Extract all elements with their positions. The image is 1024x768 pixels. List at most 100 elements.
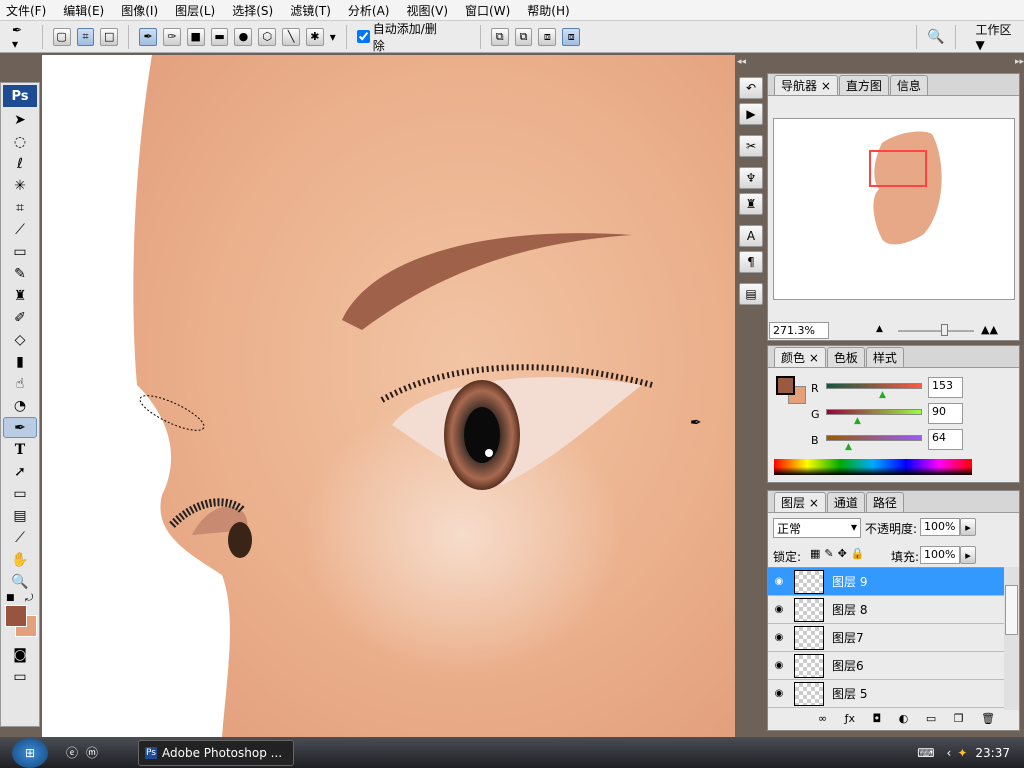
custom-shape-button[interactable]: ✱ (305, 27, 324, 46)
tab-paths[interactable]: 路径 (865, 492, 904, 512)
zoom-in-icon[interactable]: ▲▲ (981, 323, 998, 336)
screen-mode-icon[interactable]: ▭ (3, 666, 37, 687)
eye-icon[interactable]: ◉ (768, 576, 790, 587)
swap-colors-icon[interactable]: ⤾ (25, 593, 33, 604)
layers-footer-buttons[interactable]: ∞ ƒx ◘ ◐ ▭ ❐ 🗑 (818, 712, 995, 725)
tab-info[interactable]: 信息 (889, 75, 928, 95)
zoom-slider[interactable] (898, 330, 974, 332)
path-exclude-button[interactable]: ⧈ (562, 27, 581, 46)
character-panel-icon[interactable]: A (739, 225, 763, 247)
layer-row[interactable]: ◉ 图层6 (768, 652, 1004, 680)
zoom-field[interactable]: 271.3% (769, 322, 829, 339)
g-slider[interactable] (826, 409, 922, 415)
color-spectrum-bar[interactable] (774, 459, 972, 475)
tab-color[interactable]: 颜色 × (774, 347, 826, 367)
lasso-tool-icon[interactable]: ℓ (3, 153, 37, 174)
crop-tool-icon[interactable]: ⌗ (3, 197, 37, 218)
menu-analysis[interactable]: 分析(A) (348, 2, 390, 19)
polygon-button[interactable]: ⬡ (258, 27, 277, 46)
pen-tool-button[interactable]: ✒ (139, 27, 157, 46)
tab-channels[interactable]: 通道 (826, 492, 865, 512)
r-slider[interactable] (826, 383, 922, 389)
clone-source-icon[interactable]: ♜ (739, 193, 763, 215)
auto-add-delete-checkbox[interactable]: 自动添加/删除 (356, 20, 448, 54)
quick-mask-icon[interactable]: ◙ (3, 644, 37, 665)
menu-edit[interactable]: 编辑(E) (63, 2, 104, 19)
line-button[interactable]: ╲ (282, 27, 300, 46)
menu-layer[interactable]: 图层(L) (175, 2, 215, 19)
type-tool-icon[interactable]: T (3, 439, 37, 460)
start-button[interactable]: ⊞ (12, 737, 48, 768)
lock-icons[interactable]: ▦✎✥🔒 (810, 547, 869, 560)
menu-help[interactable]: 帮助(H) (527, 2, 569, 19)
fill-arrow-button[interactable]: ▸ (960, 546, 976, 564)
healing-brush-icon[interactable]: ▭ (3, 241, 37, 262)
menu-select[interactable]: 选择(S) (232, 2, 273, 19)
shape-layers-button[interactable]: ▢ (52, 27, 71, 46)
tab-styles[interactable]: 样式 (865, 347, 904, 367)
brush-tool-icon[interactable]: ✎ (3, 263, 37, 284)
path-intersect-button[interactable]: ⧈ (538, 27, 557, 46)
eye-icon[interactable]: ◉ (768, 632, 790, 643)
clock[interactable]: 23:37 (975, 746, 1010, 760)
r-slider-thumb[interactable]: ▲ (879, 390, 886, 400)
tab-swatches[interactable]: 色板 (826, 347, 865, 367)
actions-panel-icon[interactable]: ▶ (739, 103, 763, 125)
brushes-panel-icon[interactable]: ♆ (739, 167, 763, 189)
ellipse-button[interactable]: ● (234, 27, 253, 46)
history-panel-icon[interactable]: ↶ (739, 77, 763, 99)
default-colors-icon[interactable]: ■ (6, 593, 15, 603)
tray-expand-icon[interactable]: ‹ (947, 746, 952, 760)
tool-presets-icon[interactable]: ✂ (739, 135, 763, 157)
path-add-button[interactable]: ⧉ (490, 27, 509, 46)
b-value-field[interactable]: 64 (928, 429, 963, 450)
fill-field[interactable]: 100% (920, 546, 960, 564)
layer-row[interactable]: ◉ 图层 8 (768, 596, 1004, 624)
layer-row[interactable]: ◉ 图层 9 (768, 568, 1004, 596)
stamp-tool-icon[interactable]: ♜ (3, 285, 37, 306)
b-slider-thumb[interactable]: ▲ (845, 442, 852, 452)
blur-tool-icon[interactable]: ☝ (3, 373, 37, 394)
menu-image[interactable]: 图像(I) (121, 2, 158, 19)
taskbar-photoshop-button[interactable]: Ps Adobe Photoshop ... (138, 739, 295, 766)
tab-histogram[interactable]: 直方图 (838, 75, 889, 95)
workspace-button[interactable]: 工作区 ▼ (976, 21, 1024, 52)
tab-navigator[interactable]: 导航器 × (774, 75, 838, 95)
document-canvas[interactable]: ✒ (42, 55, 735, 737)
collapse-dock-icon[interactable]: ◂◂ (737, 57, 746, 67)
eyedropper-icon[interactable]: ⟋ (3, 527, 37, 548)
foreground-swatch[interactable] (776, 376, 795, 395)
history-brush-icon[interactable]: ✐ (3, 307, 37, 328)
navigator-preview[interactable] (773, 118, 1015, 300)
marquee-tool-icon[interactable]: ◌ (3, 131, 37, 152)
eye-icon[interactable]: ◉ (768, 660, 790, 671)
move-tool-icon[interactable]: ➤ (3, 109, 37, 130)
pen-tool-icon[interactable]: ✒ (3, 417, 37, 438)
eye-icon[interactable]: ◉ (768, 604, 790, 615)
layer-row[interactable]: ◉ 图层7 (768, 624, 1004, 652)
layer-comps-icon[interactable]: ▤ (739, 283, 763, 305)
foreground-color-swatch[interactable] (5, 605, 27, 627)
path-subtract-button[interactable]: ⧉ (514, 27, 533, 46)
bridge-icon[interactable]: 🔍 (927, 29, 944, 45)
chevron-down-icon[interactable]: ▾ (330, 30, 336, 44)
expand-dock-icon[interactable]: ▸▸ (1015, 57, 1024, 67)
quicklaunch-icon[interactable]: ⓜ (86, 744, 98, 761)
menu-view[interactable]: 视图(V) (406, 2, 448, 19)
ie-icon[interactable]: ⓔ (66, 744, 78, 761)
b-slider[interactable] (826, 435, 922, 441)
eraser-tool-icon[interactable]: ◇ (3, 329, 37, 350)
zoom-out-icon[interactable]: ▲ (876, 324, 883, 334)
checkbox[interactable] (356, 30, 370, 43)
scrollbar-thumb[interactable] (1005, 585, 1018, 635)
g-value-field[interactable]: 90 (928, 403, 963, 424)
pen-preset-icon[interactable]: ✒ ▾ (12, 23, 32, 51)
freeform-pen-button[interactable]: ✑ (162, 27, 181, 46)
zoom-slider-thumb[interactable] (941, 324, 948, 336)
blend-mode-select[interactable]: 正常 ▾ (773, 518, 861, 538)
path-select-icon[interactable]: ➚ (3, 461, 37, 482)
paths-button[interactable]: ⌗ (76, 27, 95, 46)
magic-wand-icon[interactable]: ✳ (3, 175, 37, 196)
menu-filter[interactable]: 滤镜(T) (290, 2, 331, 19)
layer-row[interactable]: ◉ 图层 5 (768, 680, 1004, 708)
